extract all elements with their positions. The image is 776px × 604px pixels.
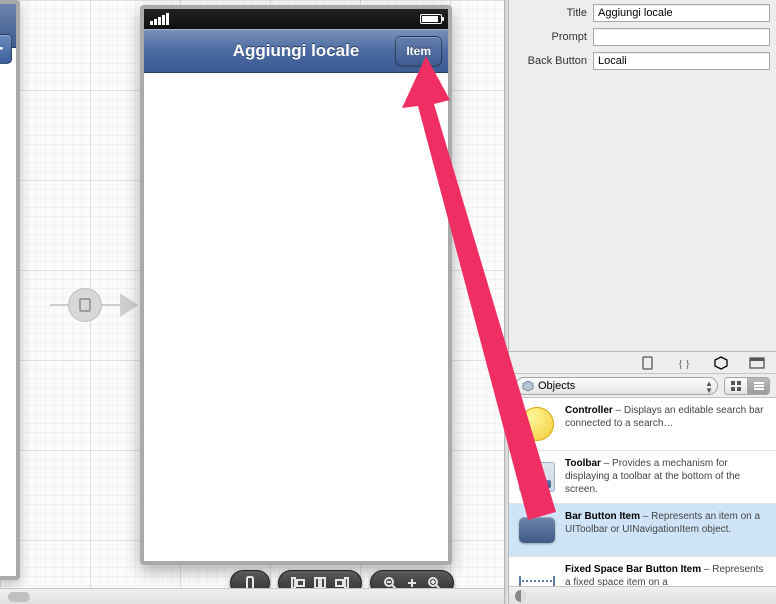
grid-view-icon[interactable] <box>725 378 747 394</box>
library-pane: { } Objects ▲▼ <box>509 351 776 604</box>
signal-icon <box>150 13 169 25</box>
code-snippets-tab-icon[interactable]: { } <box>676 355 694 371</box>
previous-view-controller[interactable]: + <box>0 0 20 580</box>
prompt-field[interactable] <box>593 28 770 46</box>
add-button-icon[interactable]: + <box>0 34 12 64</box>
title-field[interactable] <box>593 4 770 22</box>
bar-button-item-icon <box>515 510 559 550</box>
view-content[interactable] <box>144 73 448 561</box>
library-tabs: { } <box>509 352 776 374</box>
list-item[interactable]: Controller – Displays an editable search… <box>509 398 776 451</box>
library-object-list[interactable]: Controller – Displays an editable search… <box>509 398 776 586</box>
media-tab-icon[interactable] <box>748 355 766 371</box>
nav-right-bar-button[interactable]: Item <box>395 36 442 66</box>
library-view-mode <box>724 377 770 395</box>
toolbar-icon <box>515 457 559 497</box>
lib-item-title: Fixed Space Bar Button Item <box>565 564 701 575</box>
search-controller-icon <box>515 404 559 444</box>
contrast-icon[interactable] <box>515 590 527 602</box>
list-item[interactable]: Bar Button Item – Represents an item on … <box>509 504 776 557</box>
inspector-panel: Title Prompt Back Button { } <box>509 0 776 604</box>
lib-item-title: Bar Button Item <box>565 511 640 522</box>
battery-icon <box>420 14 442 24</box>
list-view-icon[interactable] <box>747 378 769 394</box>
svg-text:{ }: { } <box>678 359 690 370</box>
segue-arrow[interactable] <box>50 288 138 322</box>
canvas-horizontal-scrollbar[interactable] <box>0 588 504 604</box>
lib-item-title: Controller <box>565 405 613 416</box>
list-item[interactable]: Toolbar – Provides a mechanism for displ… <box>509 451 776 504</box>
objects-tab-icon[interactable] <box>712 355 730 371</box>
cube-icon <box>522 380 534 392</box>
file-templates-tab-icon[interactable] <box>640 355 658 371</box>
back-button-field[interactable] <box>593 52 770 70</box>
library-filter-label: Objects <box>538 380 575 392</box>
title-label: Title <box>515 7 593 19</box>
status-bar <box>144 9 448 29</box>
library-filter-dropdown[interactable]: Objects ▲▼ <box>515 377 718 395</box>
library-footer <box>509 586 776 604</box>
back-button-label: Back Button <box>515 55 593 67</box>
navigation-bar[interactable]: Aggiungi locale Item <box>144 29 448 73</box>
view-controller-scene[interactable]: Aggiungi locale Item <box>140 5 452 565</box>
nav-title[interactable]: Aggiungi locale <box>233 41 360 61</box>
lib-item-title: Toolbar <box>565 458 601 469</box>
dropdown-arrows-icon: ▲▼ <box>705 380 713 394</box>
storyboard-canvas[interactable]: + Aggiungi locale Item <box>0 0 504 604</box>
segue-node-icon[interactable] <box>68 288 102 322</box>
prompt-label: Prompt <box>515 31 593 43</box>
list-item[interactable]: Fixed Space Bar Button Item – Represents… <box>509 557 776 586</box>
fixed-space-icon <box>515 563 559 586</box>
navigation-item-attributes: Title Prompt Back Button <box>509 0 776 86</box>
